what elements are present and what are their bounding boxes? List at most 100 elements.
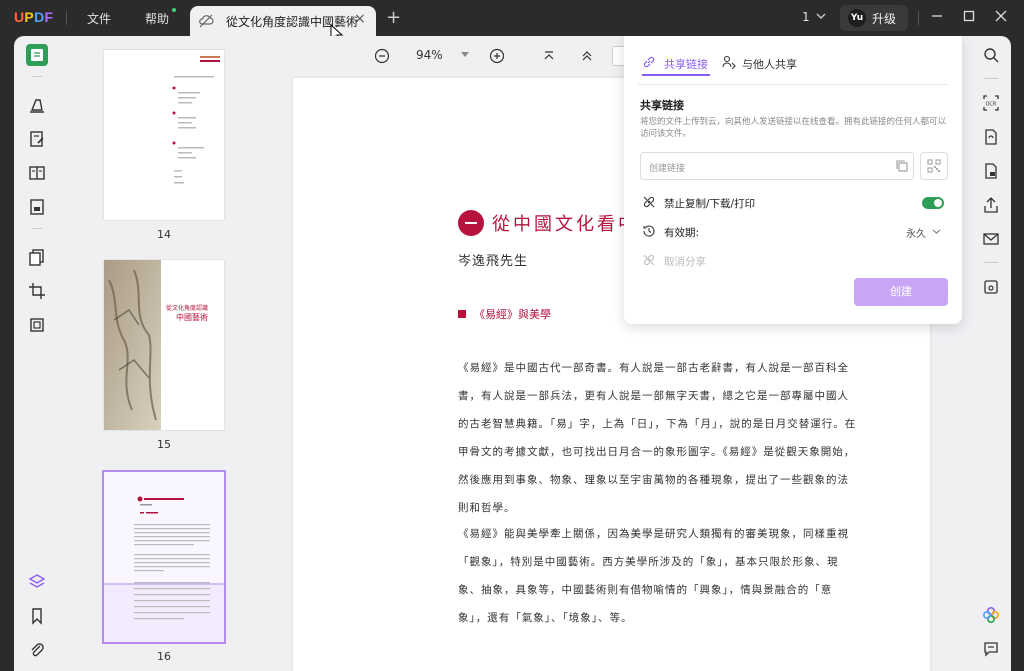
comment-button[interactable] [26, 94, 48, 116]
stack-icon [30, 318, 44, 332]
page-15-preview: 從文化角度認識 中國藝術 [104, 260, 208, 430]
tab-close-icon[interactable]: × [354, 11, 366, 27]
close-window-icon[interactable] [994, 9, 1008, 23]
expiry-select[interactable]: 永久 [906, 225, 926, 240]
divider [638, 84, 948, 85]
edit-button[interactable] [26, 128, 48, 150]
ai-assistant-button[interactable] [980, 604, 1002, 626]
zoom-dropdown-caret-icon[interactable] [461, 52, 469, 57]
share-panel: 共享链接 与他人共享 共享链接 将您的文件上传到云，向其他人发送链接以在线查看。… [624, 36, 962, 324]
minus-circle-icon [374, 48, 390, 64]
menu-help[interactable]: 帮助 [145, 10, 169, 27]
main-window: 14 從文化角度認識 中國藝術 15 16 94% 從中國文化看中 岑逸飛先生 … [14, 36, 1011, 671]
divider [32, 76, 42, 77]
share-link-heading: 共享链接 [640, 99, 684, 112]
new-tab-plus-icon[interactable]: + [386, 7, 401, 28]
comments-button[interactable] [980, 638, 1002, 660]
disable-copy-toggle[interactable] [922, 197, 944, 209]
first-page-button[interactable] [539, 46, 559, 66]
help-notification-dot [172, 8, 176, 12]
previous-page-button[interactable] [577, 46, 597, 66]
section-heading: 《易經》與美學 [458, 306, 551, 322]
lock-file-icon [985, 163, 997, 179]
chapter-number-badge [458, 210, 484, 236]
email-button[interactable] [980, 228, 1002, 250]
history-clock-icon [643, 225, 655, 237]
save-button[interactable] [980, 276, 1002, 298]
avatar: Yu [848, 9, 866, 27]
layers-button[interactable] [26, 571, 48, 593]
unlink-icon [643, 254, 655, 266]
thumbnail-page-14[interactable] [104, 50, 224, 220]
bookmark-button[interactable] [26, 605, 48, 627]
chevron-down-icon[interactable] [932, 228, 941, 235]
share-link-field[interactable]: 创建链接 [640, 152, 914, 180]
highlighter-icon [30, 99, 44, 113]
page-14-preview [172, 56, 220, 184]
maximize-icon[interactable] [962, 9, 976, 23]
section-marker [458, 310, 466, 318]
page-15-title-line-2: 中國藝術 [176, 312, 208, 322]
form-button[interactable] [26, 196, 48, 218]
search-icon [984, 48, 999, 63]
ai-flower-icon [982, 606, 1000, 624]
page-15-title-line-1: 從文化角度認識 [166, 304, 208, 312]
expiry-label: 有效期: [664, 227, 700, 239]
upload-share-icon [984, 197, 998, 213]
share-link-description: 将您的文件上传到云，向其他人发送链接以在线查看。拥有此链接的任何人都可以访问该文… [640, 117, 947, 139]
active-tab-underline [642, 74, 710, 76]
columns-icon [29, 166, 45, 180]
page-tools-button[interactable] [26, 246, 48, 268]
create-link-button[interactable]: 创建 [854, 278, 948, 306]
bookmark-icon [32, 608, 42, 625]
crop-button[interactable] [26, 280, 48, 302]
ocr-icon: OCR [983, 95, 999, 111]
plus-circle-icon [489, 48, 505, 64]
link-icon [643, 56, 655, 68]
organize-button[interactable] [26, 162, 48, 184]
divider [984, 262, 998, 263]
minimize-icon[interactable] [930, 9, 944, 23]
divider [66, 11, 67, 25]
protect-button[interactable] [26, 314, 48, 336]
no-copy-icon [643, 196, 655, 208]
zoom-level[interactable]: 94% [416, 48, 443, 62]
save-icon [984, 280, 998, 294]
tab-share-link-label: 共享链接 [664, 58, 708, 71]
attachment-button[interactable] [26, 639, 48, 661]
qr-code-icon [927, 159, 941, 173]
body-paragraph: 《易經》能與美學牽上關係，因為美學是研究人類獨有的審美現象，同樣重視「觀象」，特… [458, 528, 849, 624]
zoom-out-button[interactable] [372, 46, 392, 66]
chevron-down-icon[interactable] [815, 11, 827, 21]
upgrade-button[interactable]: Yu 升级 [840, 5, 908, 31]
page-16-preview [104, 496, 224, 642]
ocr-button[interactable]: OCR [980, 92, 1002, 114]
chapter-title: 從中國文化看中 [492, 214, 639, 235]
paperclip-icon [31, 643, 44, 657]
thumbnail-page-15[interactable]: 從文化角度認識 中國藝術 [104, 260, 224, 430]
menu-file[interactable]: 文件 [87, 10, 111, 27]
convert-button[interactable] [980, 126, 1002, 148]
thumbnail-page-number: 14 [157, 228, 171, 241]
share-link-placeholder: 创建链接 [649, 164, 686, 174]
thumbnail-panel: 14 從文化角度認識 中國藝術 15 16 [60, 36, 280, 671]
updf-logo: UPDF [14, 9, 54, 25]
divider [918, 11, 919, 25]
book-open-icon [31, 49, 43, 61]
share-button[interactable] [980, 194, 1002, 216]
form-icon [30, 199, 44, 215]
reader-mode-button[interactable] [26, 44, 48, 66]
right-tool-rail: OCR [972, 36, 1011, 671]
qr-code-button[interactable] [920, 152, 948, 180]
copy-icon[interactable] [895, 159, 909, 173]
mail-icon [983, 233, 999, 245]
zoom-in-button[interactable] [487, 46, 507, 66]
search-button[interactable] [980, 44, 1002, 66]
chat-bubble-icon [984, 642, 998, 657]
thumbnail-page-16[interactable] [102, 470, 226, 644]
body-paragraph: 《易經》是中國古代一部奇書。有人說是一部古老辭書，有人說是一部百科全書，有人說是… [458, 362, 857, 514]
window-page-indicator[interactable]: 1 [802, 10, 810, 24]
protect-file-button[interactable] [980, 160, 1002, 182]
document-tab[interactable]: 從文化角度認識中國藝術 × [190, 6, 376, 36]
divider [32, 228, 42, 229]
